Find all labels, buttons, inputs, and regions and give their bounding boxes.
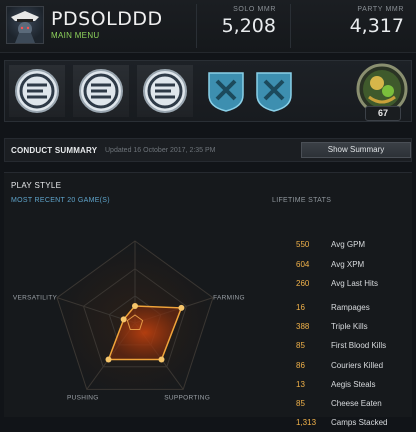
stat-value: 1,313 <box>296 418 317 428</box>
play-style-radar: FIGHTING FARMING SUPPORTING PUSHING VERSATIL… <box>13 235 245 401</box>
stat-row: 86 Couriers Killed <box>296 361 412 375</box>
radar-point <box>178 304 185 311</box>
stat-label: Couriers Killed <box>331 360 384 370</box>
stat-value: 86 <box>296 360 305 370</box>
conduct-summary: CONDUCT SUMMARY Updated 16 October 2017,… <box>4 138 412 162</box>
stat-label: First Blood Kills <box>331 341 387 351</box>
player-name: PDSOLDDD <box>51 8 163 30</box>
avatar[interactable] <box>6 6 44 44</box>
trophy-row: 67 <box>4 60 412 122</box>
divider <box>196 4 197 48</box>
solo-mmr-label: SOLO MMR <box>233 6 276 13</box>
radar-point <box>158 356 165 363</box>
lifetime-stats-label: LIFETIME STATS <box>272 197 332 204</box>
stat-value: 388 <box>296 322 310 332</box>
eg-trophy-icon[interactable] <box>9 65 65 117</box>
main-menu-link[interactable]: MAIN MENU <box>51 31 99 40</box>
stat-row: 260 Avg Last Hits <box>296 279 412 293</box>
stat-label: Rampages <box>331 303 370 312</box>
profile-header: PDSOLDDD MAIN MENU SOLO MMR 5,208 PARTY … <box>0 0 416 53</box>
stat-row: 85 First Blood Kills <box>296 341 412 355</box>
stat-row: 13 Aegis Steals <box>296 380 412 394</box>
stat-value: 16 <box>296 303 305 312</box>
stat-row: 1,313 Camps Stacked <box>296 418 412 432</box>
eg-trophy-icon[interactable] <box>137 65 193 117</box>
stat-row: 16 Rampages <box>296 303 412 317</box>
recent-games-label: MOST RECENT 20 GAME(S) <box>11 197 110 204</box>
stat-label: Cheese Eaten <box>331 399 382 408</box>
dota-shield-icon[interactable] <box>253 69 295 113</box>
stat-value: 260 <box>296 279 310 288</box>
level-number: 67 <box>365 106 401 121</box>
stat-value: 85 <box>296 399 305 408</box>
solo-mmr: SOLO MMR 5,208 <box>206 6 276 37</box>
party-mmr-value: 4,317 <box>349 15 404 37</box>
stat-row: 604 Avg XPM <box>296 260 412 274</box>
solo-mmr-value: 5,208 <box>221 15 276 37</box>
radar-axis-label: SUPPORTING <box>164 394 210 401</box>
play-style-title: PLAY STYLE <box>11 181 62 190</box>
party-mmr-label: PARTY MMR <box>357 6 404 13</box>
stat-label: Avg Last Hits <box>331 279 378 288</box>
radar-axis-label: VERSATILITY <box>13 295 58 302</box>
stat-label: Avg XPM <box>331 259 365 269</box>
eg-trophy-icon[interactable] <box>73 65 129 117</box>
stat-value: 85 <box>296 341 305 351</box>
stat-label: Triple Kills <box>331 322 368 332</box>
radar-axis-label: FIGHTING <box>118 235 151 237</box>
radar-axis-label: PUSHING <box>67 394 99 401</box>
divider <box>290 4 291 48</box>
stat-label: Camps Stacked <box>331 418 388 428</box>
stat-value: 13 <box>296 379 305 389</box>
party-mmr: PARTY MMR 4,317 <box>334 6 404 37</box>
radar-point <box>105 356 112 363</box>
show-summary-button[interactable]: Show Summary <box>301 142 411 158</box>
dota-shield-icon[interactable] <box>205 69 247 113</box>
stat-row: 550 Avg GPM <box>296 240 412 254</box>
stat-label: Avg GPM <box>331 240 366 249</box>
stat-row: 85 Cheese Eaten <box>296 399 412 413</box>
radar-point <box>132 302 138 309</box>
stat-row: 388 Triple Kills <box>296 322 412 336</box>
conduct-updated: Updated 16 October 2017, 2:35 PM <box>105 147 216 154</box>
stat-value: 604 <box>296 259 310 269</box>
stat-label: Aegis Steals <box>331 379 376 389</box>
radar-axis-label: FARMING <box>213 295 245 302</box>
stat-value: 550 <box>296 240 310 249</box>
conduct-title: CONDUCT SUMMARY <box>11 146 98 155</box>
radar-point <box>120 316 127 323</box>
